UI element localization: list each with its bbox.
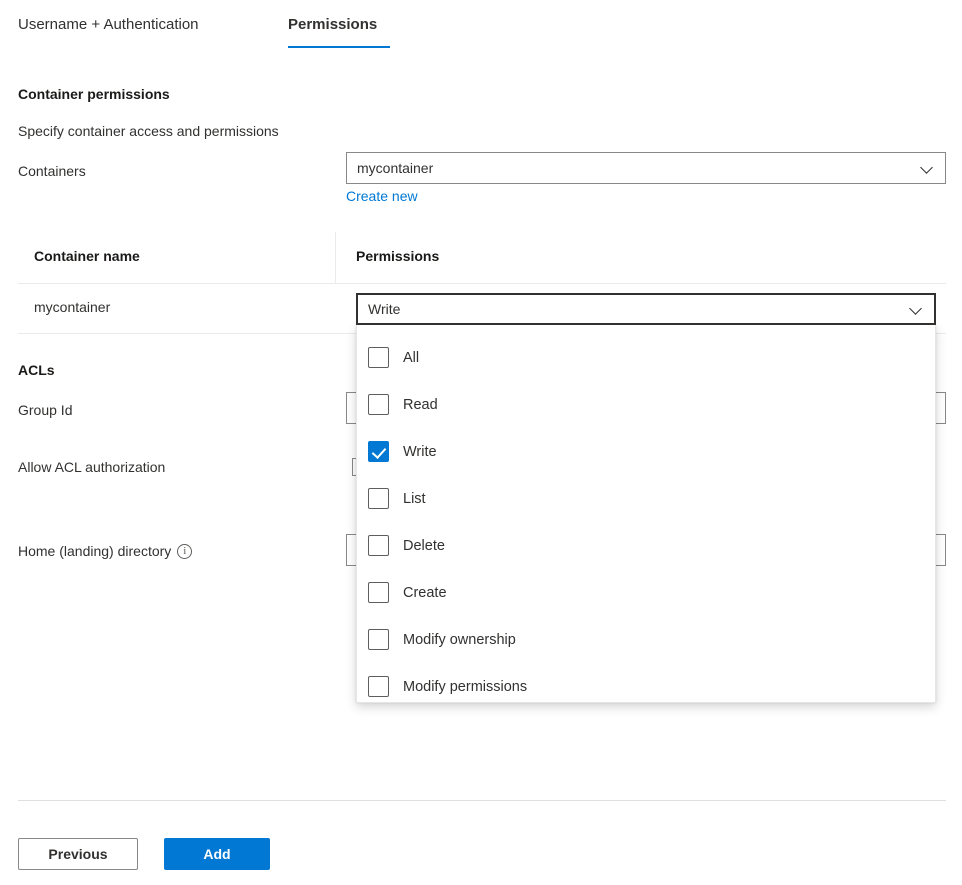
permission-option-label: Read xyxy=(403,397,438,413)
permission-option-modify-ownership[interactable]: Modify ownership xyxy=(357,616,935,663)
table-header-permissions: Permissions xyxy=(356,248,439,264)
permission-option-label: Create xyxy=(403,585,447,601)
permission-option-label: Modify ownership xyxy=(403,632,516,648)
checkbox-unchecked-icon[interactable] xyxy=(368,676,389,697)
permission-option-label: List xyxy=(403,491,426,507)
checkbox-unchecked-icon[interactable] xyxy=(368,629,389,650)
containers-label-text: Containers xyxy=(18,163,86,179)
containers-label: Containers xyxy=(18,163,86,179)
allow-acl-authorization-label: Allow ACL authorization xyxy=(18,459,165,475)
checkbox-unchecked-icon[interactable] xyxy=(368,347,389,368)
container-permissions-heading: Container permissions xyxy=(18,86,170,102)
permission-option-label: Write xyxy=(403,444,437,460)
permission-option-all[interactable]: All xyxy=(357,334,935,381)
allow-acl-authorization-label-text: Allow ACL authorization xyxy=(18,459,165,475)
checkbox-checked-icon[interactable] xyxy=(368,441,389,462)
chevron-down-icon xyxy=(921,162,933,174)
add-button[interactable]: Add xyxy=(164,838,270,870)
tab-permissions[interactable]: Permissions xyxy=(288,14,377,36)
acls-heading: ACLs xyxy=(18,362,55,378)
permissions-select-value: Write xyxy=(368,301,910,317)
info-icon[interactable] xyxy=(177,544,192,559)
checkbox-unchecked-icon[interactable] xyxy=(368,535,389,556)
tab-bar: Username + Authentication Permissions xyxy=(0,0,962,54)
tab-username-authentication[interactable]: Username + Authentication xyxy=(18,14,199,36)
group-id-label-text: Group Id xyxy=(18,402,72,418)
permission-option-read[interactable]: Read xyxy=(357,381,935,428)
permissions-select[interactable]: Write xyxy=(356,293,936,325)
table-header-divider xyxy=(18,283,946,284)
permission-option-write[interactable]: Write xyxy=(357,428,935,475)
containers-select-value: mycontainer xyxy=(357,160,921,176)
table-column-divider xyxy=(335,232,336,283)
home-directory-label-text: Home (landing) directory xyxy=(18,543,171,559)
containers-select[interactable]: mycontainer xyxy=(346,152,946,184)
tab-active-indicator xyxy=(288,46,390,48)
group-id-label: Group Id xyxy=(18,402,72,418)
checkbox-unchecked-icon[interactable] xyxy=(368,394,389,415)
home-directory-label: Home (landing) directory xyxy=(18,543,192,559)
permission-option-create[interactable]: Create xyxy=(357,569,935,616)
table-row-container-name: mycontainer xyxy=(34,299,110,315)
permission-option-modify-permissions[interactable]: Modify permissions xyxy=(357,663,935,703)
chevron-down-icon xyxy=(910,303,922,315)
table-header-container-name: Container name xyxy=(34,248,140,264)
checkbox-unchecked-icon[interactable] xyxy=(368,488,389,509)
permissions-dropdown-list[interactable]: All Read Write List Delete Create Modify owner… xyxy=(356,325,936,703)
previous-button[interactable]: Previous xyxy=(18,838,138,870)
permission-option-label: Modify permissions xyxy=(403,679,527,695)
checkbox-unchecked-icon[interactable] xyxy=(368,582,389,603)
create-new-link[interactable]: Create new xyxy=(346,188,418,204)
footer-divider xyxy=(18,800,946,801)
permission-option-list[interactable]: List xyxy=(357,475,935,522)
permission-option-label: All xyxy=(403,350,419,366)
container-permissions-description: Specify container access and permissions xyxy=(18,123,279,139)
permission-option-label: Delete xyxy=(403,538,445,554)
permission-option-delete[interactable]: Delete xyxy=(357,522,935,569)
